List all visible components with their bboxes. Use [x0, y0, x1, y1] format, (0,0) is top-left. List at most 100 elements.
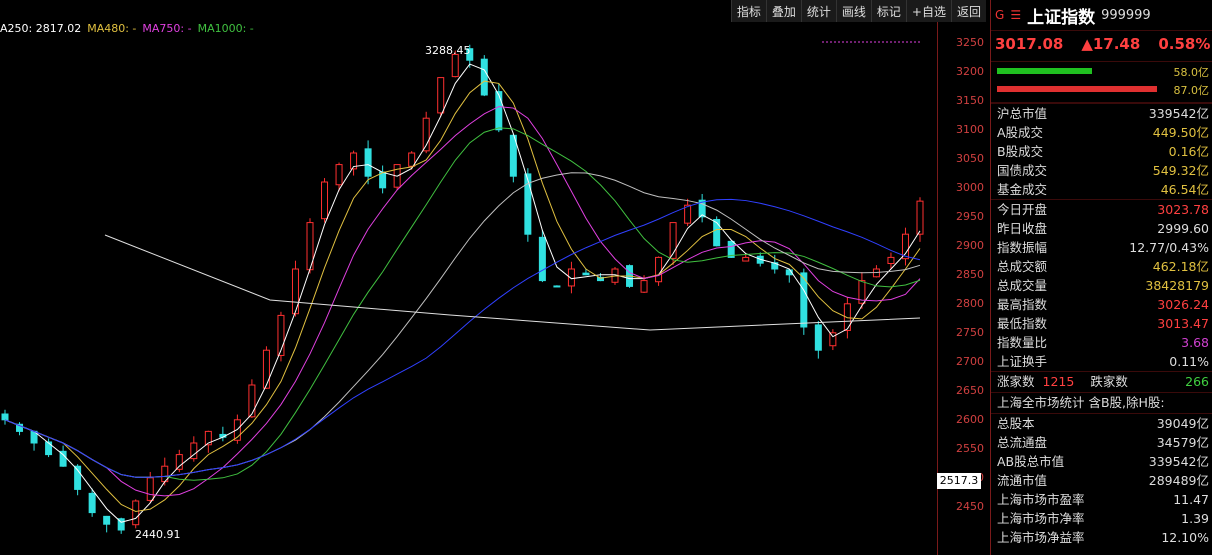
ma-line — [4, 106, 921, 497]
stat-label: 总成交额 — [997, 259, 1048, 274]
stat-row: 今日开盘 3023.78 — [991, 200, 1212, 219]
stat-label: 上海市场市盈率 — [997, 492, 1085, 507]
stat-row: 上海市场市盈率 11.47 — [991, 490, 1212, 509]
high-label: 3288.45 — [425, 44, 471, 57]
price-tick: 2650 — [956, 384, 984, 397]
stat-value: 549.32亿 — [1152, 163, 1209, 178]
candle — [538, 236, 546, 282]
candle — [553, 285, 561, 288]
stat-row: 上证换手 0.11% — [991, 352, 1212, 371]
candle — [321, 181, 329, 220]
price-tick: 2550 — [956, 442, 984, 455]
price-tick: 2750 — [956, 326, 984, 339]
candle — [582, 272, 590, 276]
ma-line — [4, 63, 921, 523]
stat-row: 总流通盘 34579亿 — [991, 433, 1212, 452]
toolbar-button[interactable]: 标记 — [870, 0, 906, 22]
stat-value: 12.10% — [1161, 530, 1209, 545]
stat-value: 3013.47 — [1157, 316, 1209, 331]
candle — [655, 256, 663, 283]
price-tick: 3250 — [956, 36, 984, 49]
stat-label: B股成交 — [997, 144, 1044, 159]
price-tick: 2600 — [956, 413, 984, 426]
toolbar-button[interactable]: 画线 — [835, 0, 871, 22]
candle — [1, 413, 9, 421]
ma-long-line — [104, 234, 921, 331]
price-tick: 3200 — [956, 65, 984, 78]
candle — [451, 53, 459, 78]
toolbar-button[interactable]: +自选 — [905, 0, 951, 22]
candle — [88, 492, 96, 514]
toolbar-button[interactable]: 统计 — [800, 0, 836, 22]
stat-value: 289489亿 — [1148, 473, 1209, 488]
candle — [495, 91, 503, 131]
toolbar-button[interactable]: 指标 — [730, 0, 766, 22]
inflow-bar — [997, 68, 1092, 74]
stat-row: 沪总市值 339542亿 — [991, 104, 1212, 123]
candle — [248, 384, 256, 418]
price-tick: 3050 — [956, 152, 984, 165]
stat-label: 沪总市值 — [997, 106, 1048, 121]
up-count-label: 涨家数 — [997, 374, 1035, 389]
candle — [713, 218, 721, 247]
candle — [437, 77, 445, 114]
stat-value: 1.39 — [1181, 511, 1209, 526]
g-icon[interactable]: G — [995, 8, 1004, 22]
stat-label: 昨日收盘 — [997, 221, 1048, 236]
stat-row: 指数量比 3.68 — [991, 333, 1212, 352]
toolbar-button[interactable]: 返回 — [950, 0, 986, 22]
stat-row: 上海市场净益率 12.10% — [991, 528, 1212, 547]
kline-chart-area[interactable]: A250: 2817.02 MA480: - MA750: - MA1000: - 3… — [0, 0, 937, 555]
price-tick: 2450 — [956, 500, 984, 513]
stat-label: 上证换手 — [997, 354, 1048, 369]
stat-label: 总流通盘 — [997, 435, 1048, 450]
price-change-pct: 0.58% — [1158, 35, 1211, 53]
stat-value: 46.54亿 — [1160, 182, 1209, 197]
outflow-label: 87.0亿 — [1173, 84, 1210, 97]
candle — [146, 477, 154, 501]
stat-value: 449.50亿 — [1152, 125, 1209, 140]
index-name: 上证指数 — [1027, 7, 1096, 28]
down-count-label: 跌家数 — [1090, 374, 1128, 389]
candle — [916, 200, 924, 235]
low-label: 2440.91 — [135, 528, 181, 541]
stat-value: 38428179 — [1145, 278, 1209, 293]
stat-label: 基金成交 — [997, 182, 1048, 197]
toolbar-button[interactable]: 叠加 — [765, 0, 801, 22]
candle — [175, 454, 183, 470]
candle — [640, 280, 648, 293]
kline-chart[interactable]: 3288.45 2440.91 — [0, 0, 937, 555]
price-tick: 2900 — [956, 239, 984, 252]
stat-row: 基金成交 46.54亿 — [991, 180, 1212, 199]
stat-label: 国债成交 — [997, 163, 1048, 178]
stat-label: 上海市场净益率 — [997, 530, 1085, 545]
price-tick: 2950 — [956, 210, 984, 223]
price-tick: 3150 — [956, 94, 984, 107]
chart-toolbar: 指标 叠加 统计 画线 标记 +自选 返回 — [730, 0, 986, 22]
down-count: 266 — [1185, 374, 1209, 389]
inflow-label: 58.0亿 — [1173, 66, 1210, 79]
ma-line — [4, 172, 921, 478]
stat-row: A股成交 449.50亿 — [991, 123, 1212, 142]
candle — [814, 324, 822, 351]
menu-icon[interactable]: ☰ — [1010, 8, 1021, 22]
stat-label: A股成交 — [997, 125, 1044, 140]
quote-panel: G ☰ 上证指数 999999 3017.08 ▲17.48 0.58% 58.… — [990, 0, 1212, 555]
advance-decline-row: 涨家数 1215 跌家数 266 — [991, 371, 1212, 392]
price-tick: 2800 — [956, 297, 984, 310]
market-value-section: 沪总市值 339542亿 A股成交 449.50亿 B股成交 0.16亿 国债成交 549.3… — [991, 103, 1212, 199]
stat-label: 今日开盘 — [997, 202, 1048, 217]
stat-value: 34579亿 — [1156, 435, 1209, 450]
stat-value: 11.47 — [1173, 492, 1209, 507]
candle — [45, 441, 53, 456]
up-count: 1215 — [1042, 374, 1075, 389]
candle — [132, 500, 140, 526]
stat-label: 总成交量 — [997, 278, 1048, 293]
index-stats-section: 今日开盘 3023.78 昨日收盘 2999.60 指数振幅 12.77/0.43% 总成交… — [991, 199, 1212, 371]
price-tick: 3000 — [956, 181, 984, 194]
stat-row: 指数振幅 12.77/0.43% — [991, 238, 1212, 257]
stat-row: 总成交量 38428179 — [991, 276, 1212, 295]
stat-value: 3023.78 — [1157, 202, 1209, 217]
stat-label: 总股本 — [997, 416, 1035, 431]
candle — [829, 332, 837, 347]
